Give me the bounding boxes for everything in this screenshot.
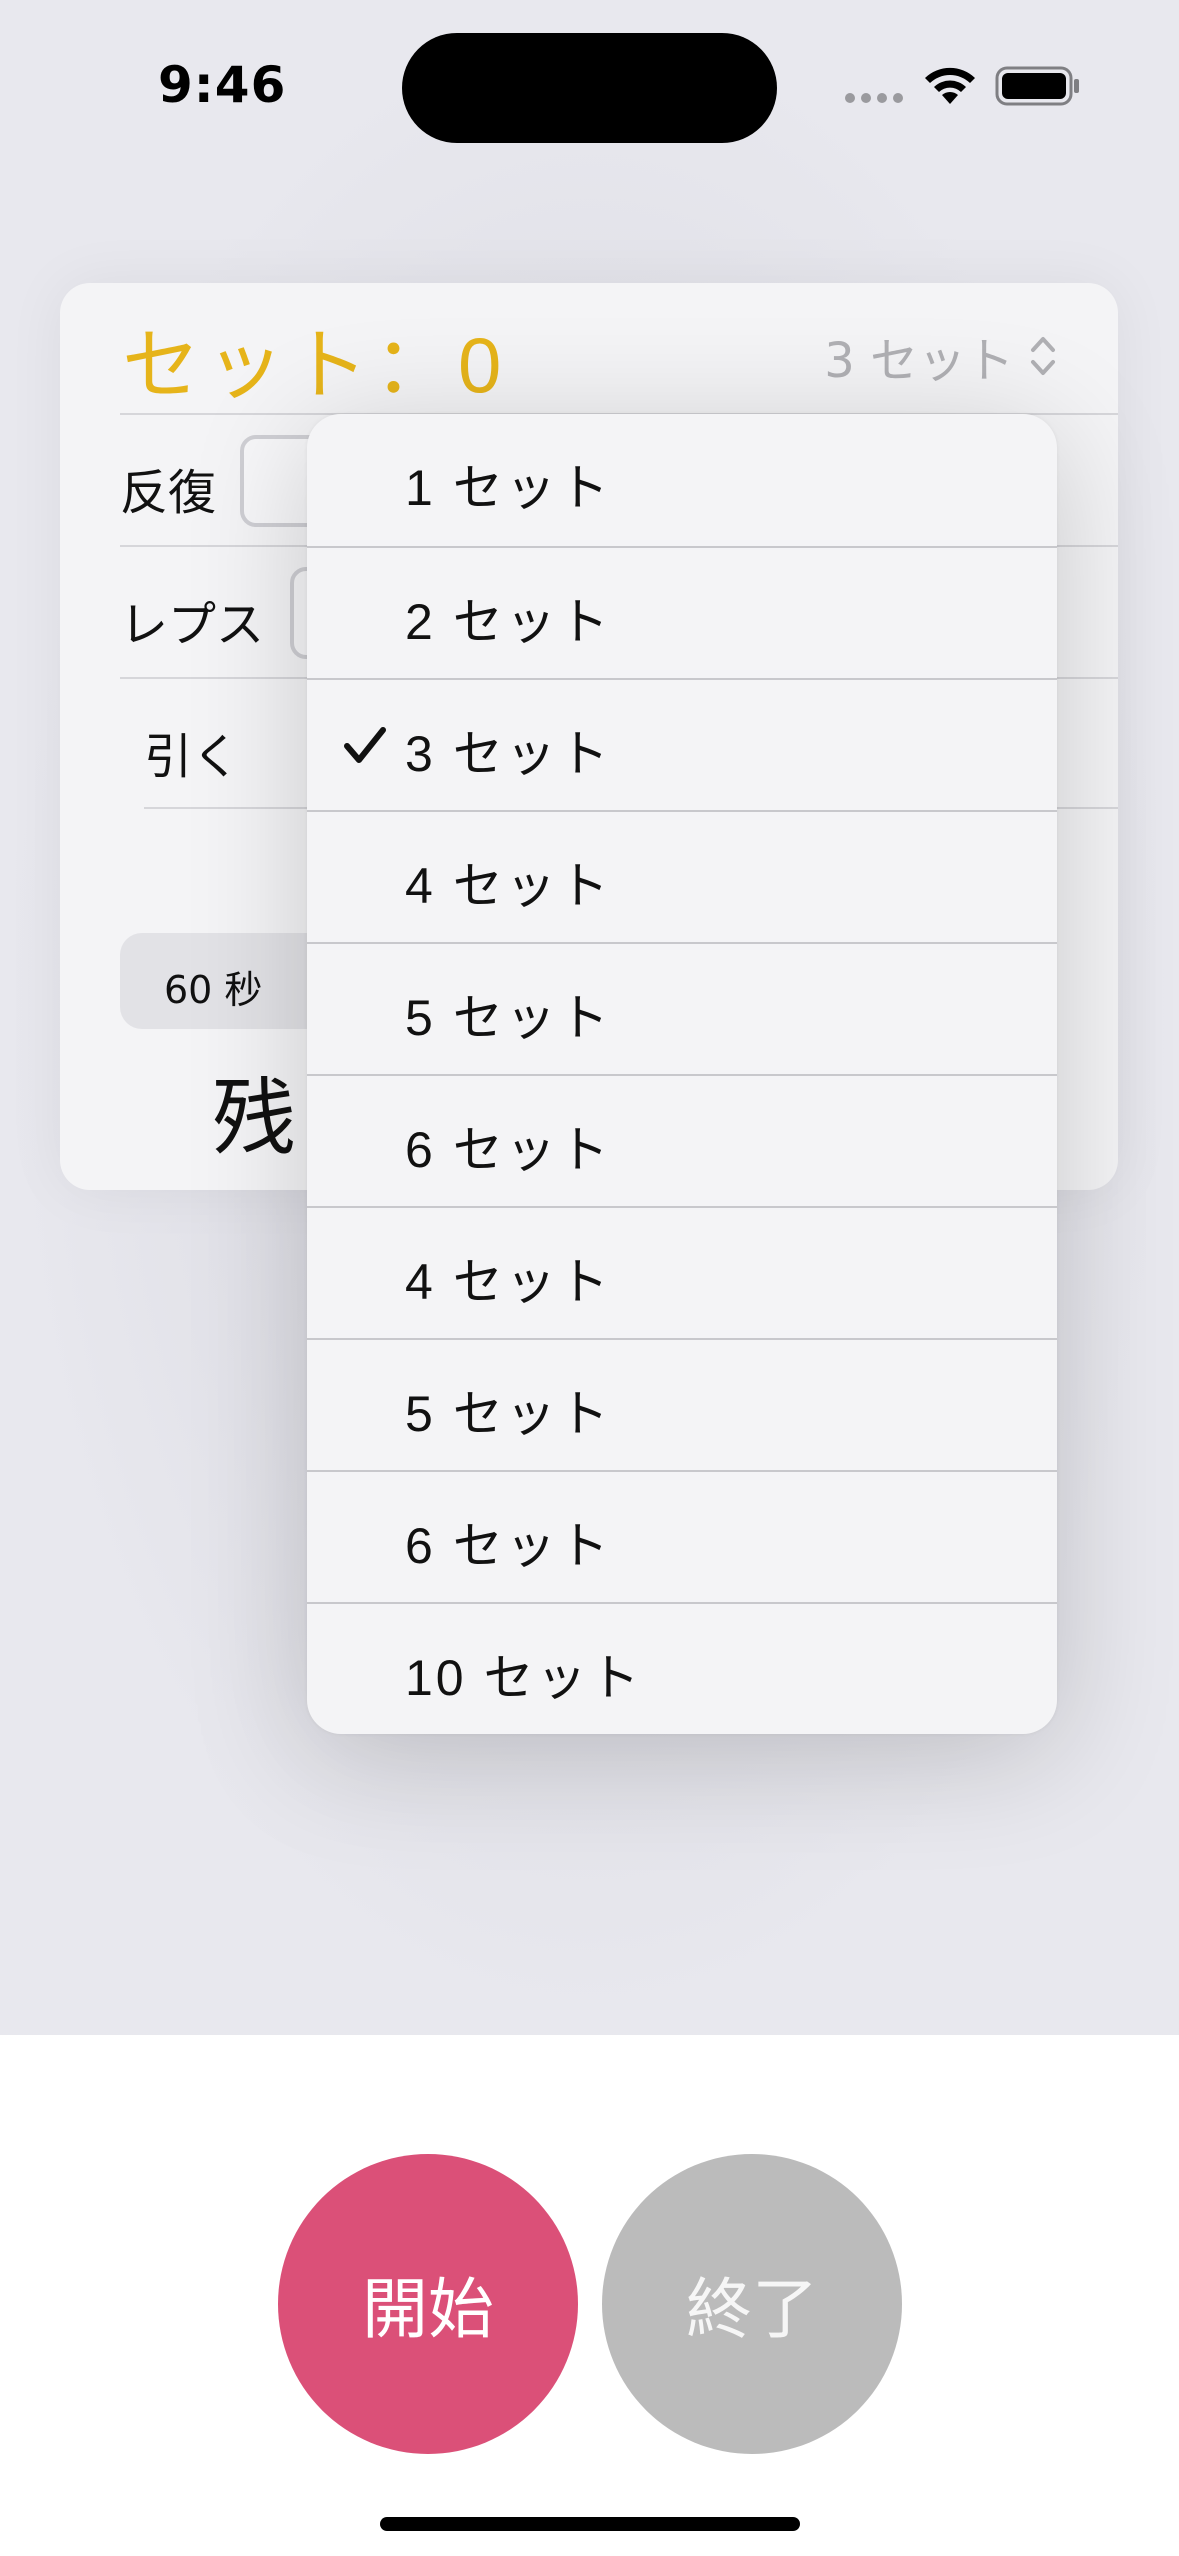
battery-icon <box>995 66 1079 106</box>
sets-dropdown-menu: 1 セット 2 セット 3 セット 4 セット 5 セット 6 セット 4 セット 5 セット… <box>307 414 1057 1734</box>
sets-picker[interactable]: 3 セット <box>824 321 1058 391</box>
menu-item-label: 5 セット <box>405 990 612 1046</box>
pull-label: 引く <box>144 729 241 785</box>
menu-item-label: 5 セット <box>405 1386 612 1442</box>
checkmark-icon <box>344 727 386 763</box>
menu-item[interactable]: 4 セット <box>307 1206 1057 1338</box>
menu-item-label: 4 セット <box>405 1254 612 1310</box>
reps-label: レプス <box>120 597 265 653</box>
menu-item-label: 1 セット <box>405 460 612 516</box>
remaining-label: 残 <box>212 1069 297 1167</box>
status-time: 9:46 <box>158 56 287 114</box>
menu-item[interactable]: 6 セット <box>307 1470 1057 1602</box>
menu-item-label: 6 セット <box>405 1518 612 1574</box>
menu-item[interactable]: 6 セット <box>307 1074 1057 1206</box>
cellular-signal-icon <box>845 93 903 103</box>
wifi-icon <box>925 67 975 104</box>
chevron-updown-icon <box>1031 337 1055 375</box>
menu-item-label: 3 セット <box>405 726 612 782</box>
menu-item[interactable]: 5 セット <box>307 1338 1057 1470</box>
repeat-label: 反復 <box>120 465 217 521</box>
menu-item[interactable]: 2 セット <box>307 546 1057 678</box>
menu-item[interactable]: 3 セット <box>307 678 1057 810</box>
menu-item[interactable]: 10 セット <box>307 1602 1057 1734</box>
set-counter-title: セット：0 <box>122 321 508 409</box>
start-button[interactable]: 開始 <box>278 2154 578 2454</box>
menu-item[interactable]: 5 セット <box>307 942 1057 1074</box>
bottom-bar <box>0 2035 1179 2556</box>
menu-item-label: 2 セット <box>405 594 612 650</box>
menu-item-label: 4 セット <box>405 858 612 914</box>
menu-item[interactable]: 4 セット <box>307 810 1057 942</box>
home-indicator[interactable] <box>380 2517 800 2531</box>
dynamic-island <box>402 33 777 143</box>
end-button[interactable]: 終了 <box>602 2154 902 2454</box>
segment-item-60s[interactable]: 60 秒 <box>164 959 262 1014</box>
menu-item-label: 10 セット <box>405 1650 643 1706</box>
menu-item[interactable]: 1 セット <box>307 414 1057 546</box>
menu-item-label: 6 セット <box>405 1122 612 1178</box>
sets-picker-value: 3 セット <box>824 333 1014 389</box>
